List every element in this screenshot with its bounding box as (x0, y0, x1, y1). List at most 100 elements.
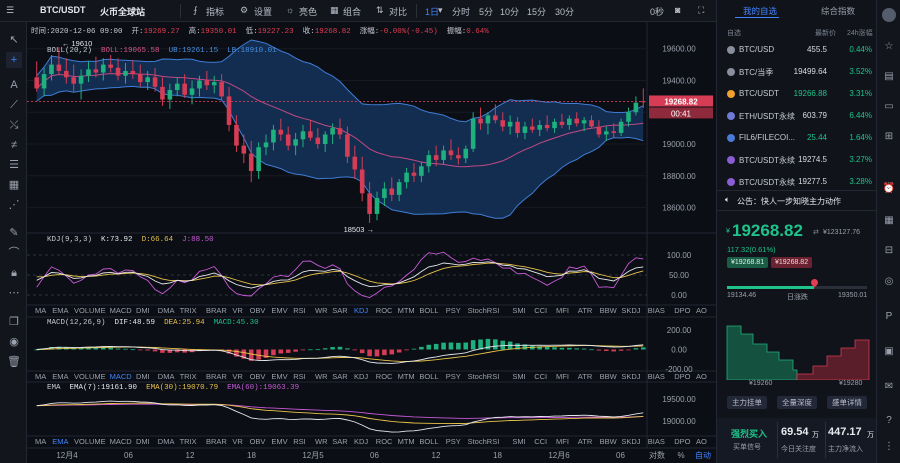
indicator-tab-psy[interactable]: PSY (446, 437, 461, 446)
analysis-icon[interactable]: ⊞ (882, 130, 896, 144)
watchlist-row[interactable]: BTC/当季 19499.64 3.52% (717, 61, 877, 83)
camera-icon[interactable]: ◙ (675, 5, 680, 15)
calculator-icon[interactable]: ⊟ (882, 244, 896, 258)
more-icon[interactable]: ⋮ (882, 440, 896, 454)
indicator-tab-skdj[interactable]: SKDJ (621, 306, 640, 315)
watchlist-row[interactable]: BTC/USDT 19266.88 3.31% (717, 83, 877, 105)
indicator-tab-ema[interactable]: EMA (52, 306, 68, 315)
indicator-tab-stochrsi[interactable]: StochRSI (468, 306, 500, 315)
indicator-tab-cci[interactable]: CCI (534, 372, 547, 381)
indicator-tab-smi[interactable]: SMI (512, 437, 525, 446)
full-depth-button[interactable]: 全量深度 (777, 396, 817, 409)
indicator-tab-psy[interactable]: PSY (446, 306, 461, 315)
theme-icon[interactable]: ☼ (286, 5, 294, 15)
indicator-tab-bbw[interactable]: BBW (600, 306, 617, 315)
help-icon[interactable]: ? (882, 414, 896, 428)
text-tool-icon[interactable]: A (6, 77, 22, 93)
alert-icon[interactable]: ⏰ (882, 182, 896, 196)
indicator-tab-psy[interactable]: PSY (446, 372, 461, 381)
watchlist-row[interactable]: BTC/USD 455.5 0.44% (717, 39, 877, 61)
layout-icon[interactable]: ▣ (882, 345, 896, 359)
layers-icon[interactable]: ❐ (6, 314, 22, 330)
indicator-tab-macd[interactable]: MACD (110, 306, 132, 315)
indicator-tab-mfi[interactable]: MFI (556, 437, 569, 446)
indicator-tab-smi[interactable]: SMI (512, 306, 525, 315)
indicator-tab-emv[interactable]: EMV (271, 372, 287, 381)
lock-icon[interactable]: 🔒︎ (6, 265, 22, 281)
indicator-tab-mtm[interactable]: MTM (398, 372, 415, 381)
chart-area[interactable]: 19600.0019400.0019200.0019000.0018800.00… (27, 22, 716, 463)
avatar[interactable] (882, 8, 896, 22)
trend-line-icon[interactable]: ⟋ (6, 97, 22, 113)
message-icon[interactable]: ✉ (882, 380, 896, 394)
indicator-tab-dma[interactable]: DMA (158, 306, 175, 315)
tab-watchlist[interactable]: 我的自选 (743, 5, 777, 17)
interval-15m[interactable]: 15分 (527, 5, 546, 18)
compare-icon[interactable]: ⇅ (376, 5, 384, 16)
cursor-icon[interactable]: ↖ (6, 32, 22, 48)
trash-icon[interactable]: 🗑︎ (6, 354, 22, 370)
indicator-tab-trix[interactable]: TRIX (180, 306, 197, 315)
pattern-icon[interactable]: ⋰ (6, 197, 22, 213)
indicator-tab-boll[interactable]: BOLL (419, 437, 438, 446)
indicator-tab-volume[interactable]: VOLUME (74, 437, 106, 446)
indicator-tab-trix[interactable]: TRIX (180, 437, 197, 446)
indicator-tab-bias[interactable]: BIAS (648, 306, 665, 315)
settings-button[interactable]: 设置 (254, 5, 272, 18)
indicator-tab-bias[interactable]: BIAS (648, 372, 665, 381)
indicator-tab-atr[interactable]: ATR (578, 372, 592, 381)
indicator-tab-cci[interactable]: CCI (534, 437, 547, 446)
pro-icon[interactable]: P (882, 310, 896, 324)
indicator-tab-wr[interactable]: WR (315, 372, 328, 381)
channel-icon[interactable]: ≠ (6, 137, 22, 153)
indicator-tab-wr[interactable]: WR (315, 437, 328, 446)
indicator-tab-ao[interactable]: AO (696, 306, 707, 315)
interval-10m[interactable]: 10分 (500, 5, 519, 18)
indicator-tab-bbw[interactable]: BBW (600, 437, 617, 446)
indicator-tab-kdj[interactable]: KDJ (354, 372, 368, 381)
indicator-tab-obv[interactable]: OBV (250, 437, 266, 446)
calendar-icon[interactable]: ▦ (882, 214, 896, 228)
chevron-down-icon[interactable]: ▾ (438, 5, 443, 16)
indicator-tab-skdj[interactable]: SKDJ (621, 437, 640, 446)
watchlist-row[interactable]: BTC/USDT永续 19277.5 3.28% (717, 171, 877, 189)
fullscreen-icon[interactable]: ⛶ (698, 5, 704, 16)
order-detail-button[interactable]: 盛单详情 (827, 396, 867, 409)
indicator-tab-roc[interactable]: ROC (376, 306, 393, 315)
indicator-tab-macd[interactable]: MACD (110, 372, 132, 381)
percent-toggle[interactable]: % (677, 451, 684, 460)
indicator-tab-ma[interactable]: MA (35, 437, 46, 446)
indicator-tab-ema[interactable]: EMA (52, 437, 68, 446)
eye-icon[interactable]: ◉ (6, 334, 22, 350)
indicator-tab-dmi[interactable]: DMI (136, 306, 150, 315)
indicator-tab-ao[interactable]: AO (696, 372, 707, 381)
indicator-tab-atr[interactable]: ATR (578, 437, 592, 446)
indicators-icon[interactable]: ⨍ (193, 5, 198, 16)
fib-icon[interactable]: ☰ (6, 157, 22, 173)
indicator-tab-vr[interactable]: VR (232, 306, 242, 315)
indicator-tab-smi[interactable]: SMI (512, 372, 525, 381)
indicator-tab-vr[interactable]: VR (232, 372, 242, 381)
ruler-icon[interactable]: ✎ (6, 225, 22, 241)
indicator-tab-dmi[interactable]: DMI (136, 437, 150, 446)
indicator-tab-kdj[interactable]: KDJ (354, 437, 368, 446)
news-icon[interactable]: ▭ (882, 100, 896, 114)
indicator-tab-emv[interactable]: EMV (271, 306, 287, 315)
indicator-tab-sar[interactable]: SAR (332, 372, 347, 381)
indicator-tab-volume[interactable]: VOLUME (74, 306, 106, 315)
indicator-tab-vr[interactable]: VR (232, 437, 242, 446)
announcement-text[interactable]: 公告：快人一步知晓主力动作 (737, 196, 841, 207)
chart-icon[interactable]: ▤ (882, 70, 896, 84)
settings-icon[interactable]: ⚙ (240, 5, 248, 16)
compare-button[interactable]: 对比 (389, 5, 407, 18)
indicators-button[interactable]: 指标 (206, 5, 224, 18)
interval-1d[interactable]: 1日 (425, 5, 439, 18)
indicator-tab-sar[interactable]: SAR (332, 437, 347, 446)
ray-icon[interactable]: ⤯ (6, 117, 22, 133)
indicator-tab-dmi[interactable]: DMI (136, 372, 150, 381)
indicator-tab-mtm[interactable]: MTM (398, 306, 415, 315)
indicator-tab-brar[interactable]: BRAR (206, 372, 227, 381)
crosshair-icon[interactable]: + (6, 52, 22, 68)
symbol-label[interactable]: BTC/USDT (40, 5, 86, 15)
indicator-tab-brar[interactable]: BRAR (206, 437, 227, 446)
